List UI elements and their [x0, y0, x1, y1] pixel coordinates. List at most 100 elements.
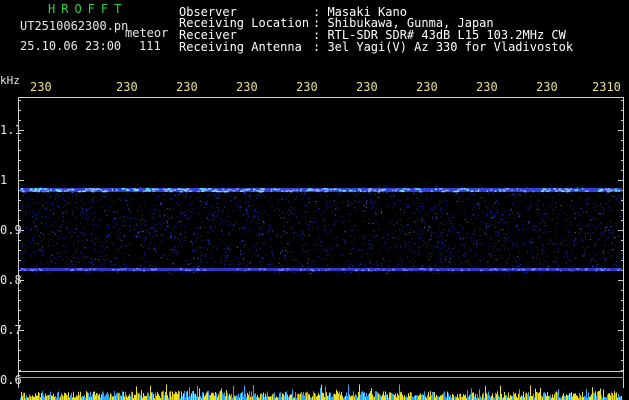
noise-dot — [179, 221, 181, 222]
noise-dot — [152, 223, 154, 225]
level-bar — [99, 393, 100, 400]
noise-dot — [516, 227, 518, 229]
noise-dot — [94, 238, 96, 240]
level-bar — [443, 392, 444, 400]
noise-dot — [240, 250, 242, 252]
noise-dot — [430, 238, 432, 240]
noise-dot — [532, 241, 534, 243]
noise-dot — [187, 263, 189, 265]
level-bar — [545, 393, 546, 400]
noise-dot — [512, 243, 514, 245]
noise-dot — [56, 243, 58, 245]
noise-dot — [200, 194, 202, 195]
level-bar — [620, 396, 621, 400]
level-bar — [603, 389, 604, 400]
level-bar — [548, 396, 549, 400]
carrier-speck — [155, 188, 159, 191]
noise-dot — [363, 210, 365, 212]
noise-dot — [557, 250, 559, 252]
noise-dot — [184, 212, 186, 213]
level-bar — [216, 393, 217, 400]
noise-dot — [483, 257, 485, 259]
level-bar — [377, 392, 378, 400]
carrier-speck — [549, 189, 551, 192]
level-bar — [588, 392, 589, 400]
noise-dot — [341, 255, 343, 257]
level-bar — [530, 385, 531, 400]
noise-dot — [512, 203, 514, 205]
noise-dot — [528, 222, 530, 224]
noise-dot — [617, 235, 619, 237]
noise-dot — [285, 213, 287, 215]
carrier-speck — [618, 190, 621, 192]
noise-dot — [113, 202, 115, 204]
noise-dot — [58, 206, 60, 208]
noise-dot — [317, 219, 319, 221]
noise-dot — [530, 203, 532, 205]
level-bar — [473, 392, 474, 400]
level-bar — [544, 392, 545, 400]
noise-dot — [288, 201, 290, 203]
noise-dot — [223, 248, 225, 250]
carrier-speck — [370, 269, 373, 272]
noise-dot — [109, 208, 111, 210]
noise-dot — [181, 246, 183, 248]
noise-dot — [65, 212, 67, 214]
level-bar — [501, 393, 502, 400]
noise-dot — [160, 257, 162, 259]
noise-dot — [567, 218, 569, 220]
noise-dot — [223, 192, 225, 194]
noise-dot — [289, 210, 290, 212]
noise-dot — [353, 225, 355, 227]
noise-dot — [106, 196, 107, 198]
noise-dot — [201, 235, 203, 237]
noise-dot — [610, 257, 612, 259]
noise-dot — [316, 202, 318, 204]
noise-dot — [313, 221, 315, 223]
noise-dot — [136, 223, 138, 224]
noise-dot — [216, 215, 218, 217]
noise-dot — [192, 208, 194, 210]
level-bar — [68, 392, 69, 400]
noise-dot — [518, 251, 520, 253]
noise-dot — [149, 265, 150, 267]
noise-dot — [315, 265, 317, 267]
level-bar — [409, 395, 410, 400]
level-bar — [452, 394, 453, 400]
noise-dot — [486, 234, 488, 236]
level-bar — [376, 391, 377, 400]
level-bar — [573, 393, 574, 400]
noise-dot — [418, 227, 420, 229]
noise-dot — [144, 254, 146, 256]
noise-dot — [290, 255, 292, 257]
noise-dot — [271, 206, 273, 208]
level-bar — [584, 395, 585, 400]
noise-dot — [556, 261, 558, 263]
carrier-speck — [430, 269, 432, 272]
noise-dot — [104, 263, 106, 265]
noise-dot — [76, 195, 78, 197]
noise-dot — [334, 214, 336, 216]
noise-dot — [409, 261, 411, 263]
level-bar — [50, 391, 51, 400]
level-bar — [65, 393, 66, 400]
noise-dot — [565, 258, 567, 260]
level-bar — [453, 394, 454, 400]
noise-dot — [78, 241, 80, 243]
level-bar — [104, 396, 105, 400]
carrier-speck — [419, 190, 423, 193]
noise-dot — [98, 261, 100, 263]
level-bar — [83, 396, 84, 400]
noise-dot — [138, 220, 140, 222]
carrier-speck — [253, 188, 256, 191]
noise-dot — [487, 208, 489, 210]
noise-dot — [458, 196, 460, 198]
level-bar — [318, 392, 319, 400]
level-bar — [206, 392, 207, 400]
noise-dot — [542, 244, 544, 246]
noise-dot — [406, 224, 408, 226]
noise-dot — [90, 262, 92, 264]
noise-dot — [126, 204, 128, 206]
noise-dot — [602, 253, 604, 255]
noise-dot — [566, 214, 568, 216]
